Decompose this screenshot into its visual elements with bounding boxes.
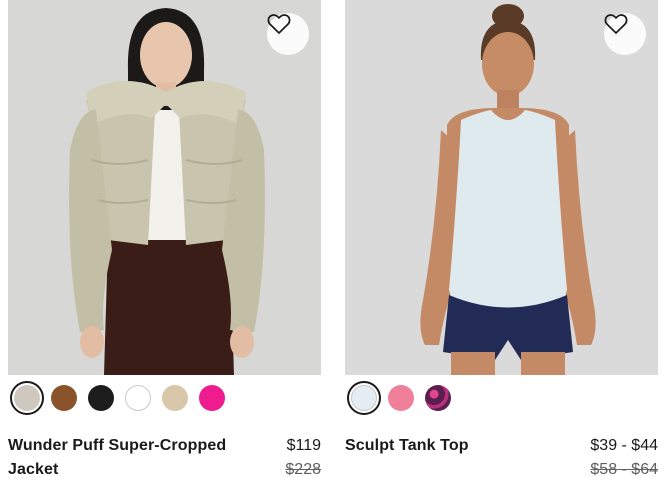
product-image[interactable] bbox=[8, 0, 321, 375]
wishlist-button[interactable] bbox=[604, 13, 646, 55]
product-photo-illustration bbox=[345, 0, 658, 375]
swatch-color bbox=[351, 385, 377, 411]
color-swatches bbox=[10, 381, 232, 415]
swatch-color bbox=[388, 385, 414, 411]
heart-outline-icon bbox=[604, 14, 628, 34]
product-name[interactable]: Sculpt Tank Top bbox=[345, 434, 573, 458]
color-swatch[interactable] bbox=[47, 381, 81, 415]
product-price: $39 - $44 $58 - $64 bbox=[590, 434, 658, 478]
sale-price: $119 bbox=[286, 437, 321, 454]
swatch-color bbox=[162, 385, 188, 411]
sale-price: $39 - $44 bbox=[590, 437, 658, 454]
product-photo-illustration bbox=[8, 0, 321, 375]
product-price: $119 $228 bbox=[285, 434, 321, 478]
color-swatch[interactable] bbox=[10, 381, 44, 415]
swatch-color bbox=[425, 385, 451, 411]
product-card[interactable]: Sculpt Tank Top $39 - $44 $58 - $64 bbox=[345, 0, 658, 478]
color-swatch[interactable] bbox=[195, 381, 229, 415]
product-card[interactable]: Wunder Puff Super-Cropped Jacket $119 $2… bbox=[8, 0, 321, 478]
color-swatches bbox=[347, 381, 458, 415]
product-image[interactable] bbox=[345, 0, 658, 375]
color-swatch[interactable] bbox=[84, 381, 118, 415]
color-swatch[interactable] bbox=[421, 381, 455, 415]
original-price: $58 - $64 bbox=[590, 461, 658, 478]
wishlist-button[interactable] bbox=[267, 13, 309, 55]
swatch-color bbox=[14, 385, 40, 411]
swatch-color bbox=[125, 385, 151, 411]
color-swatch[interactable] bbox=[384, 381, 418, 415]
product-name[interactable]: Wunder Puff Super-Cropped Jacket bbox=[8, 434, 236, 478]
color-swatch[interactable] bbox=[158, 381, 192, 415]
swatch-color bbox=[51, 385, 77, 411]
color-swatch[interactable] bbox=[347, 381, 381, 415]
original-price: $228 bbox=[285, 461, 321, 478]
swatch-color bbox=[199, 385, 225, 411]
heart-outline-icon bbox=[267, 14, 291, 34]
swatch-color bbox=[88, 385, 114, 411]
color-swatch[interactable] bbox=[121, 381, 155, 415]
